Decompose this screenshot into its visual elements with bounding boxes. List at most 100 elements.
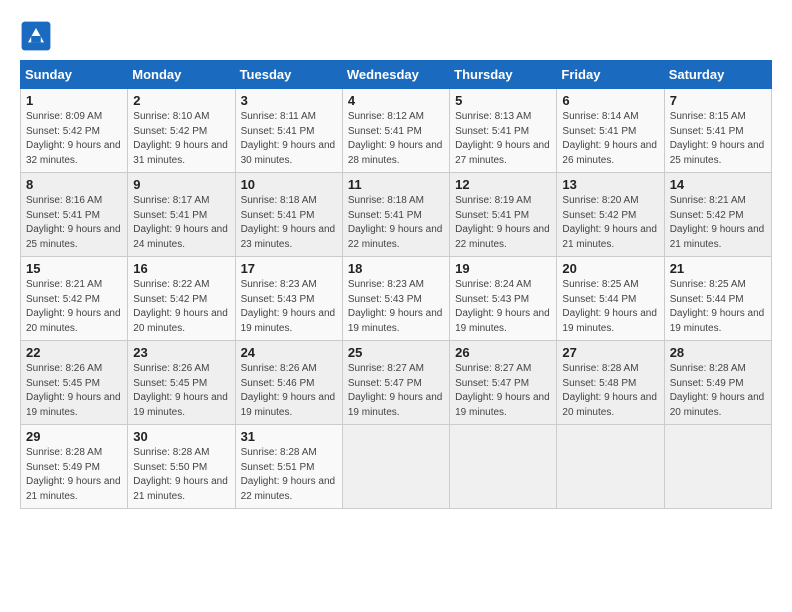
day-number: 12 xyxy=(455,177,551,192)
day-cell-content: Sunrise: 8:25 AM Sunset: 5:44 PM Dayligh… xyxy=(562,278,658,336)
calendar-day-cell: 21 Sunrise: 8:25 AM Sunset: 5:44 PM Dayl… xyxy=(664,257,771,341)
day-number: 18 xyxy=(348,261,444,276)
day-cell-content: Sunrise: 8:26 AM Sunset: 5:45 PM Dayligh… xyxy=(133,362,229,420)
day-number: 31 xyxy=(241,429,337,444)
logo xyxy=(20,20,56,52)
weekday-header-saturday: Saturday xyxy=(664,61,771,89)
day-cell-content: Sunrise: 8:18 AM Sunset: 5:41 PM Dayligh… xyxy=(348,194,444,252)
calendar-week-row: 22 Sunrise: 8:26 AM Sunset: 5:45 PM Dayl… xyxy=(21,341,772,425)
calendar-day-cell: 17 Sunrise: 8:23 AM Sunset: 5:43 PM Dayl… xyxy=(235,257,342,341)
calendar-day-cell: 9 Sunrise: 8:17 AM Sunset: 5:41 PM Dayli… xyxy=(128,173,235,257)
day-cell-content: Sunrise: 8:28 AM Sunset: 5:50 PM Dayligh… xyxy=(133,446,229,504)
weekday-header-monday: Monday xyxy=(128,61,235,89)
calendar-week-row: 1 Sunrise: 8:09 AM Sunset: 5:42 PM Dayli… xyxy=(21,89,772,173)
day-cell-content: Sunrise: 8:14 AM Sunset: 5:41 PM Dayligh… xyxy=(562,110,658,168)
day-number: 5 xyxy=(455,93,551,108)
day-number: 15 xyxy=(26,261,122,276)
calendar-day-cell: 19 Sunrise: 8:24 AM Sunset: 5:43 PM Dayl… xyxy=(450,257,557,341)
calendar-day-cell: 5 Sunrise: 8:13 AM Sunset: 5:41 PM Dayli… xyxy=(450,89,557,173)
day-cell-content: Sunrise: 8:28 AM Sunset: 5:49 PM Dayligh… xyxy=(670,362,766,420)
day-cell-content: Sunrise: 8:20 AM Sunset: 5:42 PM Dayligh… xyxy=(562,194,658,252)
day-number: 25 xyxy=(348,345,444,360)
calendar-week-row: 8 Sunrise: 8:16 AM Sunset: 5:41 PM Dayli… xyxy=(21,173,772,257)
weekday-header-sunday: Sunday xyxy=(21,61,128,89)
weekday-header-tuesday: Tuesday xyxy=(235,61,342,89)
day-number: 6 xyxy=(562,93,658,108)
day-cell-content: Sunrise: 8:26 AM Sunset: 5:45 PM Dayligh… xyxy=(26,362,122,420)
day-cell-content: Sunrise: 8:09 AM Sunset: 5:42 PM Dayligh… xyxy=(26,110,122,168)
day-number: 8 xyxy=(26,177,122,192)
day-cell-content: Sunrise: 8:21 AM Sunset: 5:42 PM Dayligh… xyxy=(670,194,766,252)
calendar-day-cell: 12 Sunrise: 8:19 AM Sunset: 5:41 PM Dayl… xyxy=(450,173,557,257)
day-number: 4 xyxy=(348,93,444,108)
day-number: 10 xyxy=(241,177,337,192)
page-container: SundayMondayTuesdayWednesdayThursdayFrid… xyxy=(20,20,772,509)
day-number: 7 xyxy=(670,93,766,108)
day-number: 11 xyxy=(348,177,444,192)
day-number: 14 xyxy=(670,177,766,192)
day-cell-content: Sunrise: 8:26 AM Sunset: 5:46 PM Dayligh… xyxy=(241,362,337,420)
calendar-day-cell: 2 Sunrise: 8:10 AM Sunset: 5:42 PM Dayli… xyxy=(128,89,235,173)
day-number: 16 xyxy=(133,261,229,276)
calendar-table: SundayMondayTuesdayWednesdayThursdayFrid… xyxy=(20,60,772,509)
calendar-day-cell: 30 Sunrise: 8:28 AM Sunset: 5:50 PM Dayl… xyxy=(128,425,235,509)
calendar-day-cell: 1 Sunrise: 8:09 AM Sunset: 5:42 PM Dayli… xyxy=(21,89,128,173)
day-number: 26 xyxy=(455,345,551,360)
calendar-day-cell: 27 Sunrise: 8:28 AM Sunset: 5:48 PM Dayl… xyxy=(557,341,664,425)
day-number: 21 xyxy=(670,261,766,276)
day-number: 2 xyxy=(133,93,229,108)
day-cell-content: Sunrise: 8:16 AM Sunset: 5:41 PM Dayligh… xyxy=(26,194,122,252)
weekday-header-friday: Friday xyxy=(557,61,664,89)
day-number: 13 xyxy=(562,177,658,192)
calendar-day-cell: 20 Sunrise: 8:25 AM Sunset: 5:44 PM Dayl… xyxy=(557,257,664,341)
day-number: 29 xyxy=(26,429,122,444)
day-cell-content: Sunrise: 8:27 AM Sunset: 5:47 PM Dayligh… xyxy=(455,362,551,420)
calendar-day-cell: 4 Sunrise: 8:12 AM Sunset: 5:41 PM Dayli… xyxy=(342,89,449,173)
day-number: 22 xyxy=(26,345,122,360)
day-cell-content: Sunrise: 8:28 AM Sunset: 5:49 PM Dayligh… xyxy=(26,446,122,504)
day-cell-content: Sunrise: 8:25 AM Sunset: 5:44 PM Dayligh… xyxy=(670,278,766,336)
calendar-day-cell: 3 Sunrise: 8:11 AM Sunset: 5:41 PM Dayli… xyxy=(235,89,342,173)
calendar-day-cell: 22 Sunrise: 8:26 AM Sunset: 5:45 PM Dayl… xyxy=(21,341,128,425)
calendar-day-cell: 23 Sunrise: 8:26 AM Sunset: 5:45 PM Dayl… xyxy=(128,341,235,425)
calendar-day-cell: 11 Sunrise: 8:18 AM Sunset: 5:41 PM Dayl… xyxy=(342,173,449,257)
calendar-day-cell: 24 Sunrise: 8:26 AM Sunset: 5:46 PM Dayl… xyxy=(235,341,342,425)
calendar-day-cell: 31 Sunrise: 8:28 AM Sunset: 5:51 PM Dayl… xyxy=(235,425,342,509)
day-number: 20 xyxy=(562,261,658,276)
day-cell-content: Sunrise: 8:10 AM Sunset: 5:42 PM Dayligh… xyxy=(133,110,229,168)
day-number: 19 xyxy=(455,261,551,276)
day-cell-content: Sunrise: 8:19 AM Sunset: 5:41 PM Dayligh… xyxy=(455,194,551,252)
day-cell-content: Sunrise: 8:27 AM Sunset: 5:47 PM Dayligh… xyxy=(348,362,444,420)
header xyxy=(20,20,772,52)
calendar-day-cell xyxy=(664,425,771,509)
weekday-header-row: SundayMondayTuesdayWednesdayThursdayFrid… xyxy=(21,61,772,89)
day-number: 30 xyxy=(133,429,229,444)
logo-icon xyxy=(20,20,52,52)
calendar-day-cell: 8 Sunrise: 8:16 AM Sunset: 5:41 PM Dayli… xyxy=(21,173,128,257)
day-number: 17 xyxy=(241,261,337,276)
calendar-day-cell: 10 Sunrise: 8:18 AM Sunset: 5:41 PM Dayl… xyxy=(235,173,342,257)
calendar-day-cell: 25 Sunrise: 8:27 AM Sunset: 5:47 PM Dayl… xyxy=(342,341,449,425)
day-cell-content: Sunrise: 8:24 AM Sunset: 5:43 PM Dayligh… xyxy=(455,278,551,336)
day-number: 27 xyxy=(562,345,658,360)
calendar-day-cell: 7 Sunrise: 8:15 AM Sunset: 5:41 PM Dayli… xyxy=(664,89,771,173)
calendar-week-row: 29 Sunrise: 8:28 AM Sunset: 5:49 PM Dayl… xyxy=(21,425,772,509)
calendar-day-cell: 29 Sunrise: 8:28 AM Sunset: 5:49 PM Dayl… xyxy=(21,425,128,509)
calendar-day-cell: 6 Sunrise: 8:14 AM Sunset: 5:41 PM Dayli… xyxy=(557,89,664,173)
day-cell-content: Sunrise: 8:21 AM Sunset: 5:42 PM Dayligh… xyxy=(26,278,122,336)
calendar-day-cell: 16 Sunrise: 8:22 AM Sunset: 5:42 PM Dayl… xyxy=(128,257,235,341)
calendar-day-cell: 26 Sunrise: 8:27 AM Sunset: 5:47 PM Dayl… xyxy=(450,341,557,425)
weekday-header-thursday: Thursday xyxy=(450,61,557,89)
day-cell-content: Sunrise: 8:22 AM Sunset: 5:42 PM Dayligh… xyxy=(133,278,229,336)
weekday-header-wednesday: Wednesday xyxy=(342,61,449,89)
calendar-day-cell: 28 Sunrise: 8:28 AM Sunset: 5:49 PM Dayl… xyxy=(664,341,771,425)
calendar-day-cell: 14 Sunrise: 8:21 AM Sunset: 5:42 PM Dayl… xyxy=(664,173,771,257)
day-cell-content: Sunrise: 8:15 AM Sunset: 5:41 PM Dayligh… xyxy=(670,110,766,168)
day-cell-content: Sunrise: 8:23 AM Sunset: 5:43 PM Dayligh… xyxy=(348,278,444,336)
day-number: 23 xyxy=(133,345,229,360)
day-number: 24 xyxy=(241,345,337,360)
calendar-day-cell xyxy=(557,425,664,509)
calendar-day-cell: 18 Sunrise: 8:23 AM Sunset: 5:43 PM Dayl… xyxy=(342,257,449,341)
calendar-day-cell: 13 Sunrise: 8:20 AM Sunset: 5:42 PM Dayl… xyxy=(557,173,664,257)
day-cell-content: Sunrise: 8:28 AM Sunset: 5:48 PM Dayligh… xyxy=(562,362,658,420)
